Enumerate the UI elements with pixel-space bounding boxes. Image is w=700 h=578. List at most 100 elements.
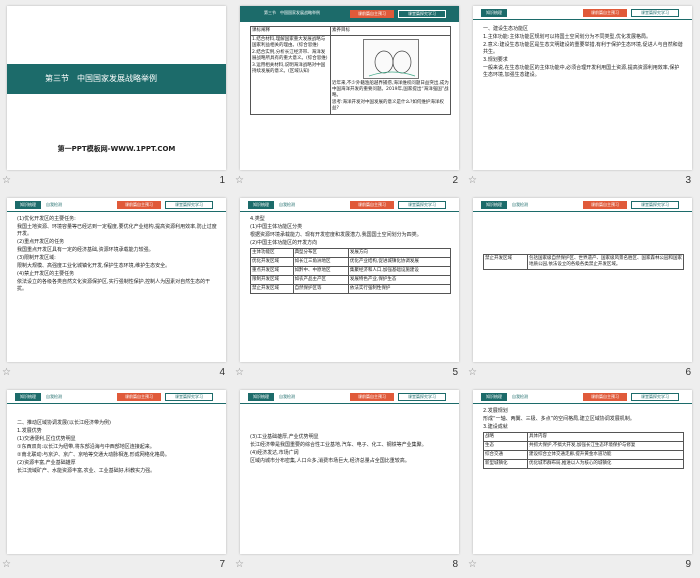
slide-1[interactable]: 第三节 中国国家发展战略举例 第一PPT模板网-WWW.1PPT.COM: [7, 6, 226, 170]
title-band: 第三节 中国国家发展战略举例: [7, 64, 226, 94]
col-header: 主体功能区: [250, 248, 294, 258]
table-cell: 依法实行强制性保护: [347, 284, 452, 294]
slide-number: 1: [219, 175, 225, 186]
slide-tabs: 知识梳理 自我检测 课前篇自主预习 课堂篇探究学习: [240, 198, 459, 212]
table-row: 生态 共抓大保护,不搞大开发,加强长江生态环境保护与修复: [483, 441, 684, 451]
preview-badge: 课前篇自主预习: [117, 201, 161, 209]
thumbnail-cell-5[interactable]: 知识梳理 自我检测 课前篇自主预习 课堂篇探究学习 4.类型 (1)中国主体功能…: [233, 192, 466, 384]
slide-title: 第三节 中国国家发展战略举例: [45, 74, 157, 83]
thumbnail-bar: ☆ 1: [0, 174, 233, 190]
thumbnail-cell-4[interactable]: 知识梳理 自我检测 课前篇自主预习 课堂篇探究学习 (1)优化开发区的主要任务:…: [0, 192, 233, 384]
slide-9[interactable]: 知识梳理 自我检测 课前篇自主预习 课堂篇探究学习 2.发展规划 形成“一轴、两…: [473, 390, 692, 554]
slide-tabs: 知识梳理 自我检测 课前篇自主预习 课堂篇探究学习: [7, 198, 226, 212]
col-header: 战略: [483, 432, 528, 442]
table-cell: 禁止开发区域: [250, 284, 294, 294]
thumbnail-cell-2[interactable]: 第三节 中国国家发展战略举例 课前篇自主预习 课堂篇探究学习 课标阐释 素养目标…: [233, 0, 466, 192]
animation-star-icon[interactable]: ☆: [468, 367, 477, 378]
preview-badge: 课前篇自主预习: [583, 393, 627, 401]
thumbnail-cell-1[interactable]: 第三节 中国国家发展战略举例 第一PPT模板网-WWW.1PPT.COM ☆ 1: [0, 0, 233, 192]
slide-8[interactable]: 知识梳理 自我检测 课前篇自主预习 课堂篇探究学习 (3)工业基础雄厚,产业优势…: [240, 390, 459, 554]
text-line: 形成“一轴、两翼、三极、多点”的空间格局,建立区域协调发展机制。: [483, 416, 635, 422]
table-cell: 1.结合材料,理解国家重大发展战略与国家利益相关的理由。(综合思维) 2.结合实…: [250, 35, 331, 115]
explore-badge: 课堂篇探究学习: [631, 393, 679, 401]
slide-number: 2: [452, 175, 458, 186]
animation-star-icon[interactable]: ☆: [2, 367, 11, 378]
table-cell: 优化开发区域: [250, 257, 294, 267]
slide-2[interactable]: 第三节 中国国家发展战略举例 课前篇自主预习 课堂篇探究学习 课标阐释 素养目标…: [240, 6, 459, 170]
text-line: 依法设立的各级各类自然文化资源保护区,实行强制性保护,控制人为因素对自然生态的干…: [17, 279, 211, 292]
animation-star-icon[interactable]: ☆: [235, 559, 244, 570]
slide-tabs: 知识梳理 自我检测 课前篇自主预习 课堂篇探究学习: [240, 390, 459, 404]
slide-body: (1)优化开发区的主要任务: 我国土地资源、环境容量等已经达到一定程度,要优化产…: [17, 216, 218, 294]
table-row: 禁止开发区域 包括国家级自然保护区、世界遗产、国家级风景名胜区、国家森林公园和国…: [483, 254, 684, 270]
table-cell: 生态: [483, 441, 528, 451]
table-cell: 近年来,不少外籍渔船越界捕捞,海洋维权问题日益突出,成为中国海洋开发的重要问题。…: [330, 35, 451, 115]
thumbnail-bar: ☆ 6: [466, 366, 699, 382]
animation-star-icon[interactable]: ☆: [468, 559, 477, 570]
slide-7[interactable]: 知识梳理 自我检测 课前篇自主预习 课堂篇探究学习 二、推动区域协调发展(以长江…: [7, 390, 226, 554]
tab-knowledge: 知识梳理: [481, 393, 507, 401]
slide-number: 5: [452, 367, 458, 378]
table-row: 优化开发区域 如长江三角洲地区 优化产业结构,促进城镇化协调发展: [250, 257, 452, 267]
animation-star-icon[interactable]: ☆: [468, 175, 477, 186]
text-line: (1)交通便利,区位优势明显: [17, 436, 76, 442]
text-line: (1)中国主体功能区分类: [250, 224, 303, 230]
text-line: 一般来说,在生态功能区的主体功能中,必须合理开发利用国土资源,提高资源利用效率,…: [483, 65, 680, 78]
table-cell: 如长江三角洲地区: [292, 257, 349, 267]
explore-badge: 课堂篇探究学习: [398, 393, 446, 401]
col-header: 具体内容: [527, 432, 684, 442]
text-line: (4)经济发达,市场广阔: [250, 450, 299, 456]
tab-selftest: 自我检测: [512, 394, 528, 399]
tab-knowledge: 知识梳理: [481, 9, 507, 17]
animation-star-icon[interactable]: ☆: [235, 175, 244, 186]
thumbnail-cell-3[interactable]: 知识梳理 课前篇自主预习 课堂篇探究学习 一、建设生态功能区 1.主体功能:主体…: [466, 0, 699, 192]
text-line: 我国重点开发区具有一定的经济基础,资源环境承载能力较强。: [17, 247, 154, 253]
slide-3[interactable]: 知识梳理 课前篇自主预习 课堂篇探究学习 一、建设生态功能区 1.主体功能:主体…: [473, 6, 692, 170]
thumbnail-bar: ☆ 3: [466, 174, 699, 190]
thumbnail-cell-9[interactable]: 知识梳理 自我检测 课前篇自主预习 课堂篇探究学习 2.发展规划 形成“一轴、两…: [466, 384, 699, 576]
slide-footer: 第一PPT模板网-WWW.1PPT.COM: [57, 145, 176, 153]
slide-body: 2.发展规划 形成“一轴、两翼、三极、多点”的空间格局,建立区域协调发展机制。 …: [483, 408, 684, 469]
text-line: 1.主体功能:主体功能区规划可以将国土空间划分为不同类型,优化发展格局。: [483, 34, 652, 40]
table-cell: 新型城镇化: [483, 459, 528, 469]
thumbnail-bar: ☆ 2: [233, 174, 466, 190]
text-line: 2.结合实例,分析长江经济带、海洋发展战略所具有的重大意义。(综合思维): [252, 50, 328, 61]
tab-selftest: 自我检测: [46, 394, 62, 399]
tab-knowledge: 知识梳理: [15, 201, 41, 209]
tab-selftest: 自我检测: [46, 202, 62, 207]
slide-5[interactable]: 知识梳理 自我检测 课前篇自主预习 课堂篇探究学习 4.类型 (1)中国主体功能…: [240, 198, 459, 362]
achievements-table: 战略 具体内容 生态 共抓大保护,不搞大开发,加强长江生态环境保护与修复 综合交…: [483, 432, 684, 469]
tab-knowledge: 知识梳理: [248, 393, 274, 401]
slide-4[interactable]: 知识梳理 自我检测 课前篇自主预习 课堂篇探究学习 (1)优化开发区的主要任务:…: [7, 198, 226, 362]
explore-badge: 课堂篇探究学习: [398, 10, 446, 18]
slide-6[interactable]: 知识梳理 自我检测 课前篇自主预习 课堂篇探究学习 禁止开发区域 包括国家级自然…: [473, 198, 692, 362]
slide-number: 6: [685, 367, 691, 378]
prohibited-zone-table: 禁止开发区域 包括国家级自然保护区、世界遗产、国家级风景名胜区、国家森林公园和国…: [483, 254, 684, 270]
text-line: (3)限制开发区域:: [17, 255, 56, 261]
thumbnail-cell-7[interactable]: 知识梳理 自我检测 课前篇自主预习 课堂篇探究学习 二、推动区域协调发展(以长江…: [0, 384, 233, 576]
animation-star-icon[interactable]: ☆: [235, 367, 244, 378]
thumbnail-cell-8[interactable]: 知识梳理 自我检测 课前篇自主预习 课堂篇探究学习 (3)工业基础雄厚,产业优势…: [233, 384, 466, 576]
slide-tabs: 知识梳理 自我检测 课前篇自主预习 课堂篇探究学习: [473, 390, 692, 404]
table-cell: 禁止开发区域: [483, 254, 528, 270]
text-line: 我国土地资源、环境容量等已经达到一定程度,要优化产业结构,提高资源利用效率,防止…: [17, 224, 217, 237]
col-header: 典型分布区: [292, 248, 349, 258]
thumbnail-bar: ☆ 7: [0, 558, 233, 574]
animation-star-icon[interactable]: ☆: [2, 175, 11, 186]
text-line: 4.类型: [250, 216, 265, 222]
slide-body: 二、推动区域协调发展(以长江经济带为例) 1.发展优势 (1)交通便利,区位优势…: [17, 420, 218, 476]
table-cell: 重点开发区域: [250, 266, 294, 276]
text-line: ①东西双向:以长江为纽带,将东部沿海与中西部地区连接起来。: [17, 444, 155, 450]
explore-badge: 课堂篇探究学习: [631, 9, 679, 17]
table-cell: 如黔中、中原地区: [292, 266, 349, 276]
table-row: 综合交通 建设综合立体交通走廊,提升黄金水道功能: [483, 450, 684, 460]
preview-badge: 课前篇自主预习: [350, 393, 394, 401]
tab-selftest: 自我检测: [279, 394, 295, 399]
thumbnail-cell-6[interactable]: 知识梳理 自我检测 课前篇自主预习 课堂篇探究学习 禁止开发区域 包括国家级自然…: [466, 192, 699, 384]
slide-thumbnail-grid: 第三节 中国国家发展战略举例 第一PPT模板网-WWW.1PPT.COM ☆ 1…: [0, 0, 700, 578]
table-row: 限制开发区域 如农产品主产区 发展特色产业,保护生态: [250, 275, 452, 285]
table-cell: 发展特色产业,保护生态: [347, 275, 452, 285]
animation-star-icon[interactable]: ☆: [2, 559, 11, 570]
tab-selftest: 自我检测: [512, 202, 528, 207]
slide-body: (3)工业基础雄厚,产业优势明显 长江经济带是我国重要的综合性工业基地,汽车、电…: [250, 434, 451, 466]
